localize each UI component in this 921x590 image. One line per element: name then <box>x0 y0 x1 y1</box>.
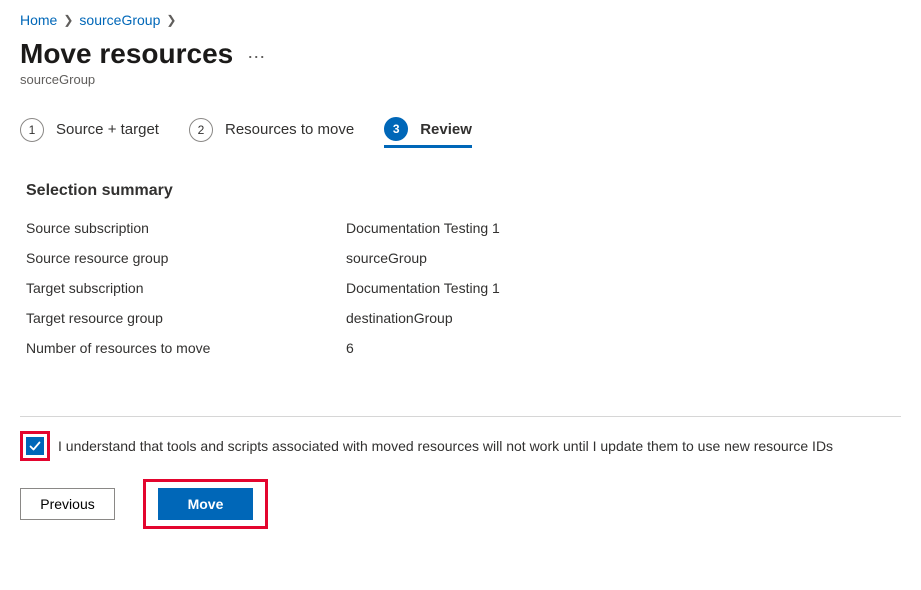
summary-label: Number of resources to move <box>26 340 346 356</box>
summary-row-source-subscription: Source subscription Documentation Testin… <box>26 220 901 236</box>
summary-row-target-subscription: Target subscription Documentation Testin… <box>26 280 901 296</box>
section-title-selection-summary: Selection summary <box>20 182 901 200</box>
wizard-steps: 1 Source + target 2 Resources to move 3 … <box>20 117 901 148</box>
summary-value: 6 <box>346 340 354 356</box>
highlight-box <box>20 431 50 461</box>
summary-value: destinationGroup <box>346 310 453 326</box>
step-number-badge: 1 <box>20 118 44 142</box>
more-actions-icon[interactable]: ⋯ <box>247 42 265 66</box>
breadcrumb: Home ❯ sourceGroup ❯ <box>20 12 901 28</box>
chevron-right-icon: ❯ <box>166 13 176 27</box>
step-resources-to-move[interactable]: 2 Resources to move <box>189 118 354 148</box>
acknowledge-checkbox[interactable] <box>26 437 44 455</box>
summary-label: Target subscription <box>26 280 346 296</box>
highlight-box: Move <box>143 479 268 529</box>
step-number-badge: 2 <box>189 118 213 142</box>
page-subtitle: sourceGroup <box>20 72 901 87</box>
step-label: Source + target <box>56 121 159 138</box>
summary-row-target-resource-group: Target resource group destinationGroup <box>26 310 901 326</box>
summary-value: Documentation Testing 1 <box>346 220 500 236</box>
breadcrumb-home-link[interactable]: Home <box>20 12 57 28</box>
breadcrumb-group-link[interactable]: sourceGroup <box>79 12 160 28</box>
button-row: Previous Move <box>20 479 901 529</box>
summary-value: Documentation Testing 1 <box>346 280 500 296</box>
summary-row-number-of-resources: Number of resources to move 6 <box>26 340 901 356</box>
step-label: Resources to move <box>225 121 354 138</box>
summary-label: Target resource group <box>26 310 346 326</box>
checkmark-icon <box>29 440 41 452</box>
step-review[interactable]: 3 Review <box>384 117 472 148</box>
summary-table: Source subscription Documentation Testin… <box>20 220 901 356</box>
move-button[interactable]: Move <box>158 488 253 520</box>
divider <box>20 416 901 417</box>
chevron-right-icon: ❯ <box>63 13 73 27</box>
summary-value: sourceGroup <box>346 250 427 266</box>
summary-label: Source resource group <box>26 250 346 266</box>
step-label: Review <box>420 121 472 138</box>
summary-label: Source subscription <box>26 220 346 236</box>
acknowledgement-row: I understand that tools and scripts asso… <box>20 431 901 461</box>
step-source-target[interactable]: 1 Source + target <box>20 118 159 148</box>
previous-button[interactable]: Previous <box>20 488 115 520</box>
page-title: Move resources <box>20 38 233 70</box>
summary-row-source-resource-group: Source resource group sourceGroup <box>26 250 901 266</box>
step-number-badge: 3 <box>384 117 408 141</box>
acknowledge-text: I understand that tools and scripts asso… <box>58 438 833 454</box>
